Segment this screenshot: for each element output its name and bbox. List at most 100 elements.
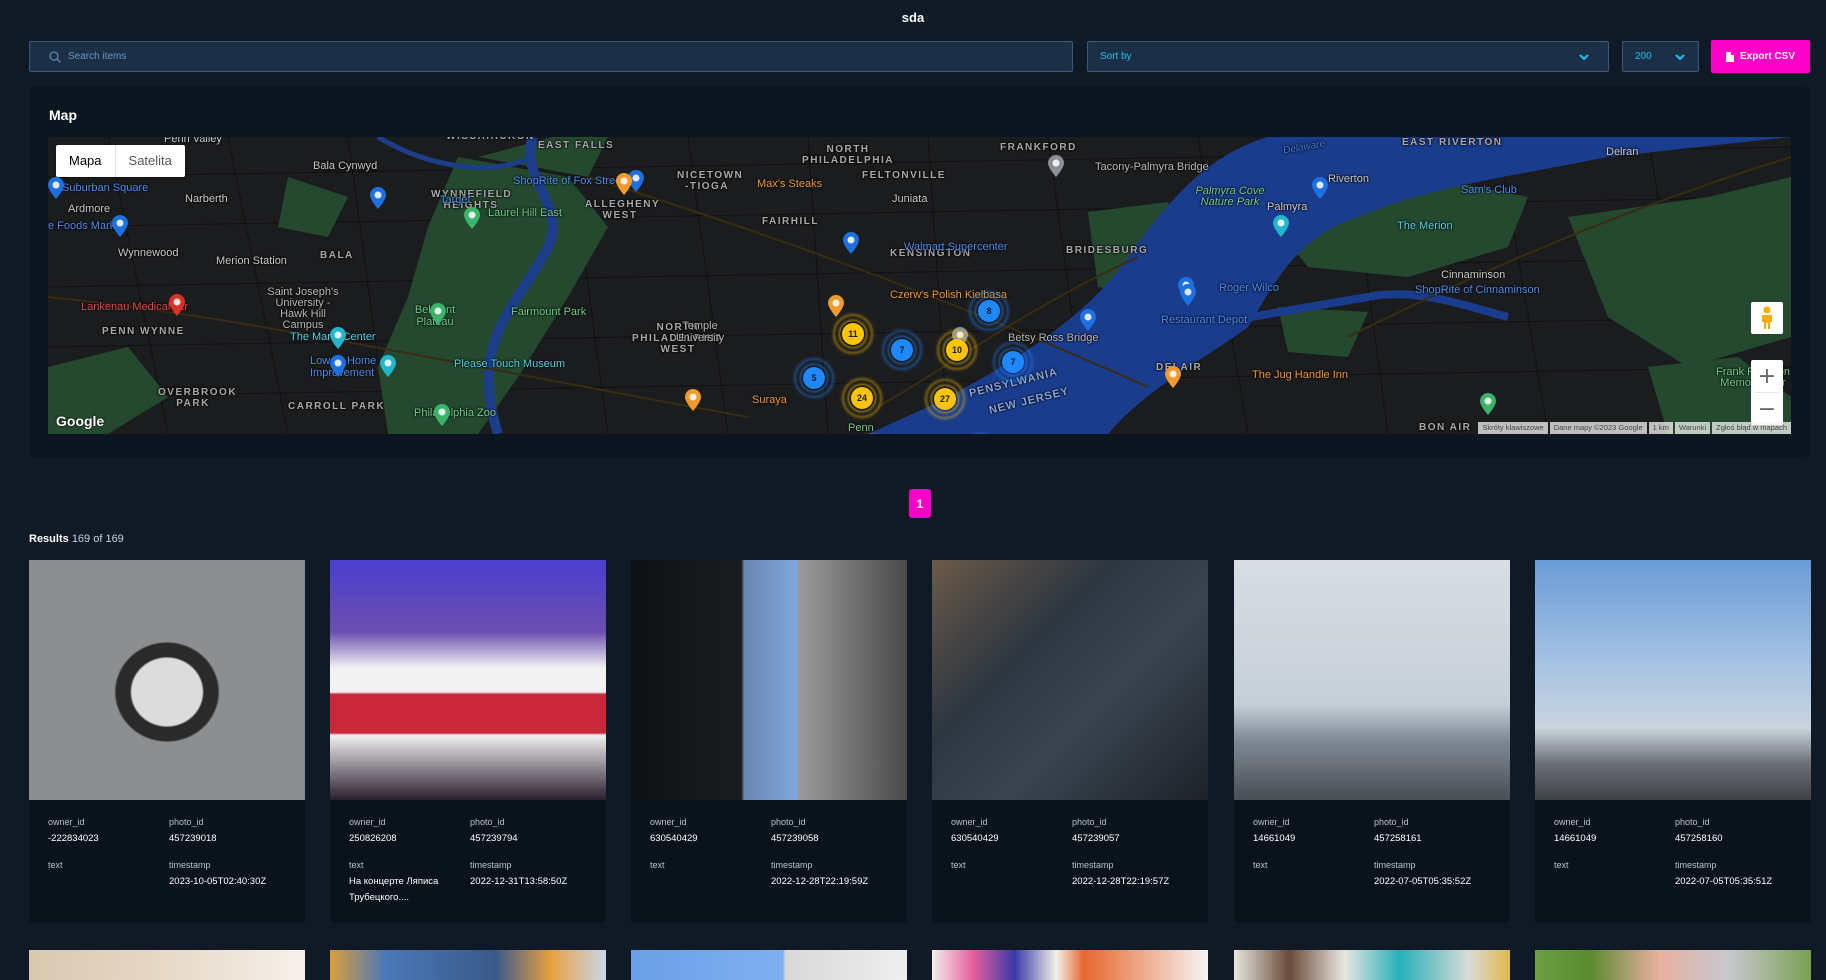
shopping-bag-icon[interactable] <box>1312 177 1328 199</box>
result-card-photo-partial[interactable] <box>1234 950 1510 980</box>
map-label: Temple University <box>675 320 725 344</box>
poi-label[interactable]: Please Touch Museum <box>454 358 565 370</box>
hospital-icon[interactable] <box>169 294 185 316</box>
terms-link[interactable]: Warunki <box>1674 422 1711 434</box>
poi-label[interactable]: Roger Wilco <box>1219 282 1279 294</box>
marker-cluster[interactable]: 11 <box>830 311 876 357</box>
text-label: text <box>951 860 966 870</box>
marker-cluster[interactable]: 7 <box>879 327 925 373</box>
cemetery-icon[interactable] <box>464 207 480 229</box>
map-type-map-button[interactable]: Mapa <box>56 145 116 177</box>
poi-label[interactable]: Laurel Hill East <box>488 207 562 219</box>
photo-thumbnail[interactable] <box>1234 560 1510 800</box>
cluster-count: 11 <box>842 323 864 345</box>
poi-label[interactable]: Sam's Club <box>1461 184 1517 196</box>
photo-thumbnail[interactable] <box>631 560 907 800</box>
shopping-bag-icon[interactable] <box>330 355 346 377</box>
marker-cluster[interactable]: 7 <box>990 339 1036 385</box>
owner-id-value: 14661049 <box>1253 833 1296 844</box>
poi-label[interactable]: Target <box>440 194 471 206</box>
result-card-photo-partial[interactable] <box>1535 950 1811 980</box>
owner-id-value: 630540429 <box>650 833 698 844</box>
marker-cluster[interactable]: 10 <box>934 327 980 373</box>
poi-label[interactable]: The Jug Handle Inn <box>1252 369 1348 381</box>
zoom-out-button[interactable]: − <box>1751 393 1783 425</box>
poi-label[interactable]: ShopRite of Cinnaminson <box>1415 284 1540 296</box>
chevron-down-icon <box>1579 54 1589 61</box>
restaurant-icon[interactable] <box>685 389 701 411</box>
timestamp-value: 2022-12-28T22:19:57Z <box>1072 876 1170 887</box>
report-error-link[interactable]: Zgłoś błąd w mapach <box>1712 422 1791 434</box>
result-card[interactable]: owner_id photo_id 630540429 457239058 text ti… <box>631 560 907 923</box>
cart-icon[interactable] <box>112 215 128 237</box>
keyboard-shortcuts-link[interactable]: Skróty klawiszowe <box>1478 422 1548 434</box>
photo-id-label: photo_id <box>1675 817 1710 827</box>
restaurant-icon[interactable] <box>616 173 632 195</box>
poi-label[interactable]: Fairmount Park <box>511 306 586 318</box>
tree-icon[interactable] <box>430 303 446 325</box>
bridge-icon[interactable] <box>1048 155 1064 177</box>
poi-label[interactable]: Philadelphia Zoo <box>414 407 496 419</box>
photo-thumbnail[interactable] <box>1535 560 1811 800</box>
marker-cluster[interactable]: 24 <box>839 375 885 421</box>
poi-label[interactable]: ShopRite of Fox Street <box>513 175 624 187</box>
poi-label[interactable]: Suburban Square <box>62 182 148 194</box>
owner-id-value: 630540429 <box>951 833 999 844</box>
owner-id-value: 14661049 <box>1554 833 1597 844</box>
shopping-bag-icon[interactable] <box>48 177 64 199</box>
map-canvas[interactable]: Mapa Satelita Penn Valley Bala Cynwyd Na… <box>48 137 1791 434</box>
photo-thumbnail[interactable] <box>330 560 606 800</box>
museum-icon[interactable] <box>380 355 396 377</box>
map-scale[interactable]: 1 km <box>1648 422 1673 434</box>
marker-cluster[interactable]: 27 <box>922 376 968 422</box>
per-page-value: 200 <box>1635 51 1652 62</box>
poi-label[interactable]: Tacony-Palmyra Bridge <box>1095 161 1209 173</box>
search-input[interactable] <box>68 42 1048 71</box>
pagination-page-1[interactable]: 1 <box>909 489 931 518</box>
map-type-satellite-button[interactable]: Satelita <box>116 145 185 177</box>
map-type-control: Mapa Satelita <box>56 145 185 177</box>
poi-label[interactable]: The Merion <box>1397 220 1453 232</box>
timestamp-label: timestamp <box>1374 860 1416 870</box>
timestamp-label: timestamp <box>771 860 813 870</box>
castle-icon[interactable] <box>1273 215 1289 237</box>
result-card[interactable]: owner_id photo_id 250826208 457239794 text ti… <box>330 560 606 923</box>
result-card-photo-partial[interactable] <box>29 950 305 980</box>
poi-label[interactable]: Max's Steaks <box>757 178 822 190</box>
search-box[interactable] <box>29 41 1073 72</box>
photo-thumbnail[interactable] <box>29 560 305 800</box>
export-csv-button[interactable]: Export CSV <box>1711 40 1810 73</box>
pegman-icon <box>1762 306 1772 329</box>
result-card-photo-partial[interactable] <box>330 950 606 980</box>
marker-cluster[interactable]: 8 <box>966 288 1012 334</box>
map-panel: Map Mapa Satelita Penn Valley Bala Cynwy… <box>29 86 1810 458</box>
poi-label[interactable]: Palmyra Cove Nature Park <box>1185 186 1275 208</box>
marker-cluster[interactable]: 5 <box>791 355 837 401</box>
poi-label[interactable]: Walmart Supercenter <box>904 241 1008 253</box>
result-card-photo-partial[interactable] <box>932 950 1208 980</box>
owner-id-value: 250826208 <box>349 833 397 844</box>
shopping-bag-icon[interactable] <box>1080 309 1096 331</box>
photo-id-label: photo_id <box>470 817 505 827</box>
cart-icon[interactable] <box>1180 284 1196 306</box>
restaurant-icon[interactable] <box>1165 366 1181 388</box>
street-view-pegman-button[interactable] <box>1751 302 1783 334</box>
shopping-bag-icon[interactable] <box>370 187 386 209</box>
result-card[interactable]: owner_id photo_id 630540429 457239057 text ti… <box>932 560 1208 923</box>
result-card-photo-partial[interactable] <box>631 950 907 980</box>
poi-label[interactable]: Restaurant Depot <box>1161 314 1247 326</box>
sort-by-select[interactable]: Sort by <box>1087 41 1609 72</box>
result-card[interactable]: owner_id photo_id 14661049 457258161 text tim… <box>1234 560 1510 923</box>
result-card[interactable]: owner_id photo_id 14661049 457258160 text tim… <box>1535 560 1811 923</box>
paw-icon[interactable] <box>434 404 450 426</box>
photo-id-value: 457239057 <box>1072 833 1120 844</box>
zoom-in-button[interactable]: + <box>1751 360 1783 392</box>
music-icon[interactable] <box>330 327 346 349</box>
per-page-select[interactable]: 200 <box>1622 41 1699 72</box>
poi-label[interactable]: Suraya <box>752 394 787 406</box>
photo-thumbnail[interactable] <box>932 560 1208 800</box>
shopping-bag-icon[interactable] <box>843 232 859 254</box>
timestamp-value: 2022-12-31T13:58:50Z <box>470 876 568 887</box>
result-card[interactable]: owner_id photo_id -222834023 457239018 text t… <box>29 560 305 923</box>
tree-icon[interactable] <box>1480 393 1496 415</box>
